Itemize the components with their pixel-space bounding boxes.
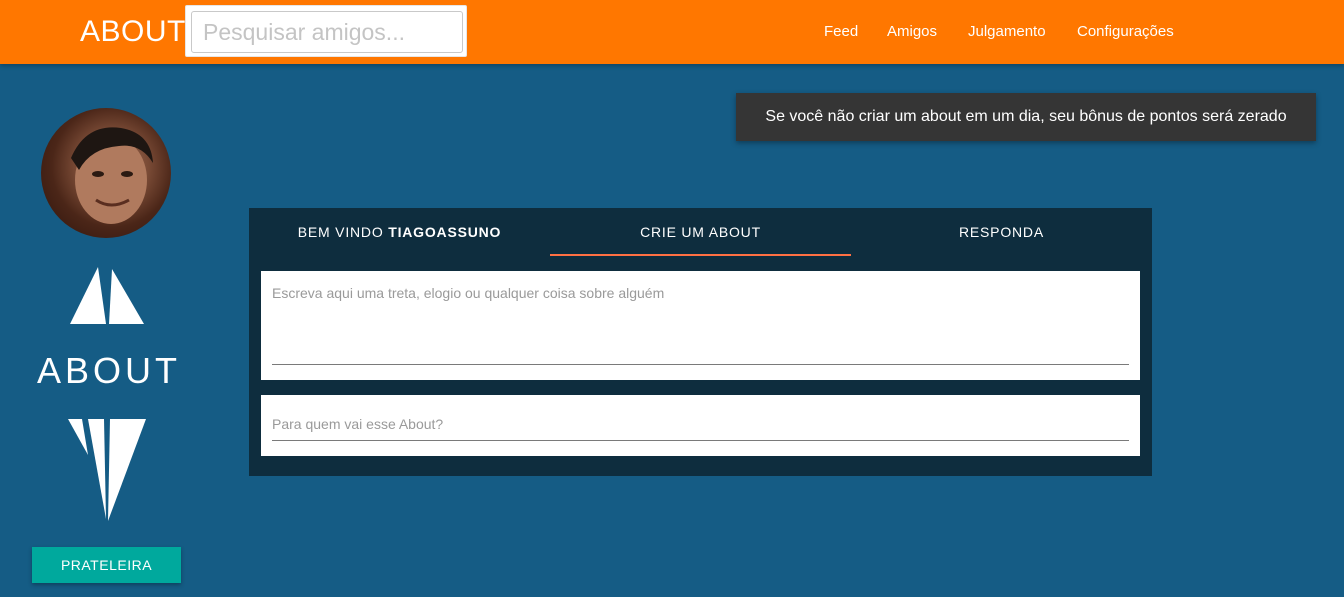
about-logo-text: ABOUT <box>37 350 182 391</box>
recipient-box <box>261 395 1140 456</box>
search-container <box>185 5 467 57</box>
about-logo-shards-icon <box>68 419 146 521</box>
about-text-box <box>261 271 1140 380</box>
tab-welcome-username: TIAGOASSUNO <box>388 224 502 240</box>
active-tab-indicator <box>550 254 851 256</box>
avatar-photo-icon <box>41 127 171 238</box>
tab-welcome[interactable]: BEM VINDO TIAGOASSUNO <box>249 208 550 256</box>
brand-title[interactable]: ABOUT <box>80 14 186 50</box>
about-textarea[interactable] <box>272 285 1129 365</box>
tab-welcome-prefix: BEM VINDO <box>297 224 389 240</box>
nav-feed[interactable]: Feed <box>824 0 858 64</box>
about-card: BEM VINDO TIAGOASSUNO CRIE UM ABOUT RESP… <box>249 208 1152 476</box>
prateleira-button[interactable]: PRATELEIRA <box>32 547 181 583</box>
about-logo-triangle-icon <box>70 267 144 324</box>
nav-amigos[interactable]: Amigos <box>887 0 937 64</box>
nav-configuracoes[interactable]: Configurações <box>1077 0 1174 64</box>
tab-create-about[interactable]: CRIE UM ABOUT <box>550 208 851 256</box>
top-navbar: ABOUT Feed Amigos Julgamento Configuraçõ… <box>0 0 1344 64</box>
nav-julgamento[interactable]: Julgamento <box>968 0 1046 64</box>
tab-reply[interactable]: RESPONDA <box>851 208 1152 256</box>
search-input[interactable] <box>191 11 463 53</box>
avatar[interactable] <box>41 108 171 238</box>
notice-toast: Se você não criar um about em um dia, se… <box>736 93 1316 141</box>
recipient-input[interactable] <box>272 407 1129 441</box>
